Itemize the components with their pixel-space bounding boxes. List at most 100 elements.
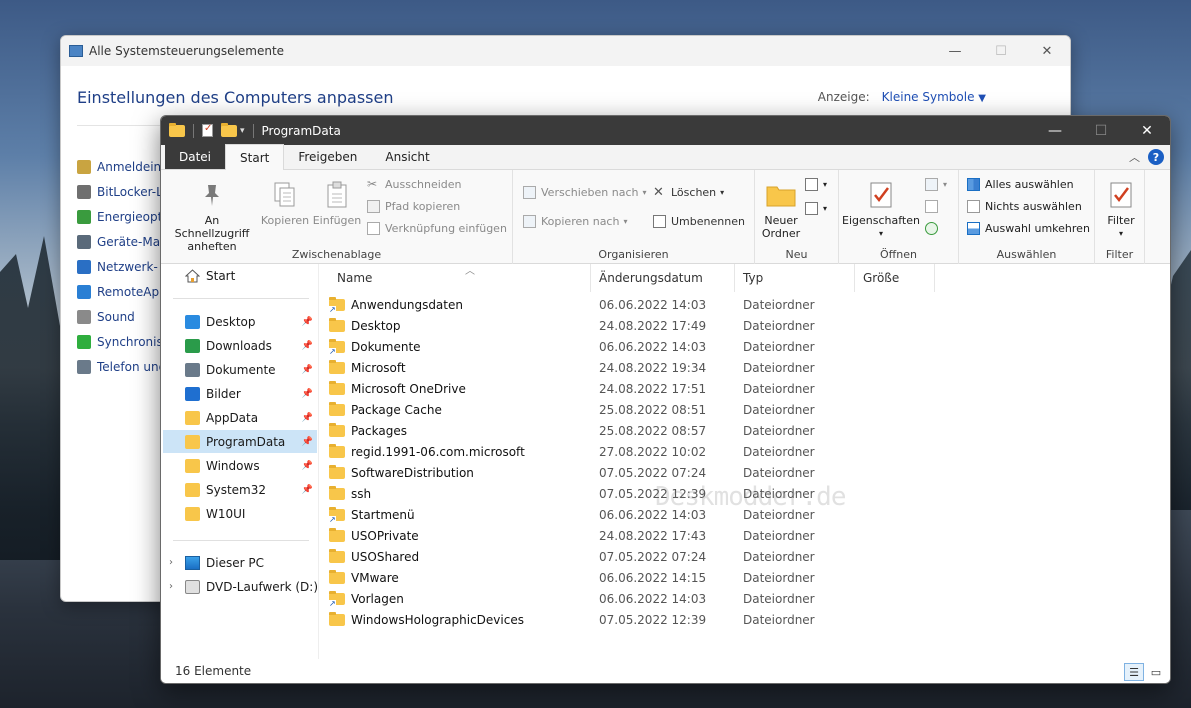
nav-item-this-pc[interactable]: › Dieser PC [163,551,317,574]
table-row[interactable]: ssh 07.05.2022 12:39 Dateiordner [329,483,815,504]
view-dropdown[interactable]: Kleine Symbole ▼ [882,90,986,104]
column-date[interactable]: Änderungsdatum [591,264,735,292]
pin-icon[interactable]: 📌 [302,341,313,351]
nav-item-programdata[interactable]: ProgramData 📌 [163,430,317,453]
column-name[interactable]: Name ︿ [329,264,591,292]
table-row[interactable]: Package Cache 25.08.2022 08:51 Dateiordner [329,399,815,420]
file-date: 24.08.2022 17:49 [599,318,707,333]
nav-item-w10ui[interactable]: W10UI [163,502,317,525]
pin-icon[interactable]: 📌 [302,389,313,399]
group-label-clipboard: Zwischenablage [291,248,382,261]
table-row[interactable]: USOShared 07.05.2022 07:24 Dateiordner [329,546,815,567]
table-row[interactable]: Anwendungsdaten 06.06.2022 14:03 Dateiordn… [329,294,815,315]
properties-button[interactable]: Eigenschaften ▾ [842,180,920,240]
nav-item-desktop[interactable]: Desktop 📌 [163,310,317,333]
cut-button[interactable]: ✂ Ausschneiden [367,177,462,192]
explorer-window[interactable]: ▾ ProgramData — ☐ ✕ Datei Start Freigebe… [160,115,1171,684]
pin-icon[interactable]: 📌 [302,461,313,471]
nav-item-appdata[interactable]: AppData 📌 [163,406,317,429]
quick-access-dropdown-icon[interactable]: ▾ [240,126,245,136]
filter-button[interactable]: Filter ▾ [1101,180,1141,240]
table-row[interactable]: Dokumente 06.06.2022 14:03 Dateiordner [329,336,815,357]
table-row[interactable]: Microsoft OneDrive 24.08.2022 17:51 Dateio… [329,378,815,399]
explorer-titlebar[interactable]: ▾ ProgramData — ☐ ✕ [161,116,1170,145]
table-row[interactable]: Startmenü06.06.2022 14:03Dateiordner [329,504,815,525]
delete-button[interactable]: ✕ Löschen ▾ [653,186,724,199]
new-item-button[interactable]: ▾ [805,178,827,191]
control-panel-item[interactable]: Telefon und [77,354,172,379]
control-panel-item[interactable]: Synchronisi [77,329,172,354]
tab-file[interactable]: Datei [165,144,226,169]
new-folder-button[interactable]: Neuer Ordner [759,180,803,240]
close-icon[interactable]: ✕ [1124,116,1170,145]
pin-icon[interactable]: 📌 [302,485,313,495]
maximize-icon[interactable]: ☐ [978,36,1024,66]
select-all-button[interactable]: Alles auswählen [967,178,1074,191]
invert-selection-button[interactable]: Auswahl umkehren [967,222,1090,235]
paste-shortcut-button[interactable]: Verknüpfung einfügen [367,222,507,235]
open-button[interactable]: ▾ [925,178,947,191]
control-panel-item[interactable]: Energieoptic [77,204,172,229]
folder-icon [169,122,185,137]
pin-icon[interactable]: 📌 [302,437,313,447]
copy-button[interactable]: Kopieren [259,180,311,227]
copy-path-button[interactable]: Pfad kopieren [367,200,460,213]
tab-view[interactable]: Ansicht [371,144,443,169]
table-row[interactable]: Vorlagen 06.06.2022 14:03 Dateiordner [329,588,815,609]
table-row[interactable]: Desktop 24.08.2022 17:49 Dateiordner [329,315,815,336]
control-panel-item[interactable]: BitLocker-La [77,179,172,204]
details-view-icon[interactable]: ☰ [1124,663,1144,681]
minimize-icon[interactable]: — [932,36,978,66]
nav-item-dokumente[interactable]: Dokumente 📌 [163,358,317,381]
collapse-ribbon-icon[interactable]: ︿ [1129,149,1140,165]
control-panel-item[interactable]: Sound [77,304,172,329]
nav-item-windows[interactable]: Windows 📌 [163,454,317,477]
scissors-icon: ✂ [367,177,378,191]
table-row[interactable]: Packages 25.08.2022 08:57 Dateiordner [329,420,815,441]
chevron-right-icon[interactable]: › [169,557,173,568]
column-size[interactable]: Größe [855,264,935,292]
pin-icon[interactable]: 📌 [302,413,313,423]
maximize-icon[interactable]: ☐ [1078,116,1124,145]
pin-icon[interactable]: 📌 [302,365,313,375]
rename-button[interactable]: Umbenennen [653,215,745,228]
control-panel-item[interactable]: Netzwerk- u [77,254,172,279]
copy-to-button[interactable]: Kopieren nach ▾ [523,215,627,228]
select-none-button[interactable]: Nichts auswählen [967,200,1082,213]
nav-item-dvd-drive[interactable]: › DVD-Laufwerk (D:) C [163,575,317,598]
help-icon[interactable]: ? [1148,149,1164,165]
control-panel-titlebar[interactable]: Alle Systemsteuerungselemente — ☐ ✕ [61,36,1070,66]
dvd-drive-icon [185,579,200,594]
paste-button[interactable]: Einfügen [311,180,363,227]
pin-icon[interactable]: 📌 [302,317,313,327]
table-row[interactable]: WindowsHolographicDevices 07.05.2022 12:3… [329,609,815,630]
control-panel-item[interactable]: Anmeldeinf [77,154,172,179]
nav-item-start[interactable]: Start [163,264,317,287]
column-type[interactable]: Typ [735,264,855,292]
new-folder-quick-icon[interactable] [221,122,237,137]
table-row[interactable]: SoftwareDistribution 07.05.2022 07:24 Date… [329,462,815,483]
edit-button[interactable] [925,200,943,213]
properties-quick-icon[interactable] [202,123,213,137]
large-icons-view-icon[interactable]: ▭ [1146,663,1166,681]
easy-access-button[interactable]: ▾ [805,202,827,215]
table-row[interactable]: VMware 06.06.2022 14:15 Dateiordner [329,567,815,588]
chevron-right-icon[interactable]: › [169,581,173,592]
table-row[interactable]: Microsoft 24.08.2022 19:34 Dateiordner [329,357,815,378]
tab-share[interactable]: Freigeben [284,144,371,169]
table-row[interactable]: regid.1991-06.com.microsoft 27.08.2022 10… [329,441,815,462]
pin-quick-access-button[interactable]: An Schnellzugriff anheften [167,180,257,253]
table-row[interactable]: USOPrivate 24.08.2022 17:43 Dateiordner [329,525,815,546]
control-panel-item[interactable]: RemoteApp [77,279,172,304]
close-icon[interactable]: ✕ [1024,36,1070,66]
folder-icon [185,506,200,521]
column-date-label: Änderungsdatum [599,271,703,285]
nav-item-system32[interactable]: System32 📌 [163,478,317,501]
nav-item-downloads[interactable]: Downloads 📌 [163,334,317,357]
history-button[interactable] [925,222,943,235]
minimize-icon[interactable]: — [1032,116,1078,145]
tab-start[interactable]: Start [225,144,285,170]
nav-item-bilder[interactable]: Bilder 📌 [163,382,317,405]
move-to-button[interactable]: Verschieben nach ▾ [523,186,647,199]
control-panel-item[interactable]: Geräte-Man [77,229,172,254]
